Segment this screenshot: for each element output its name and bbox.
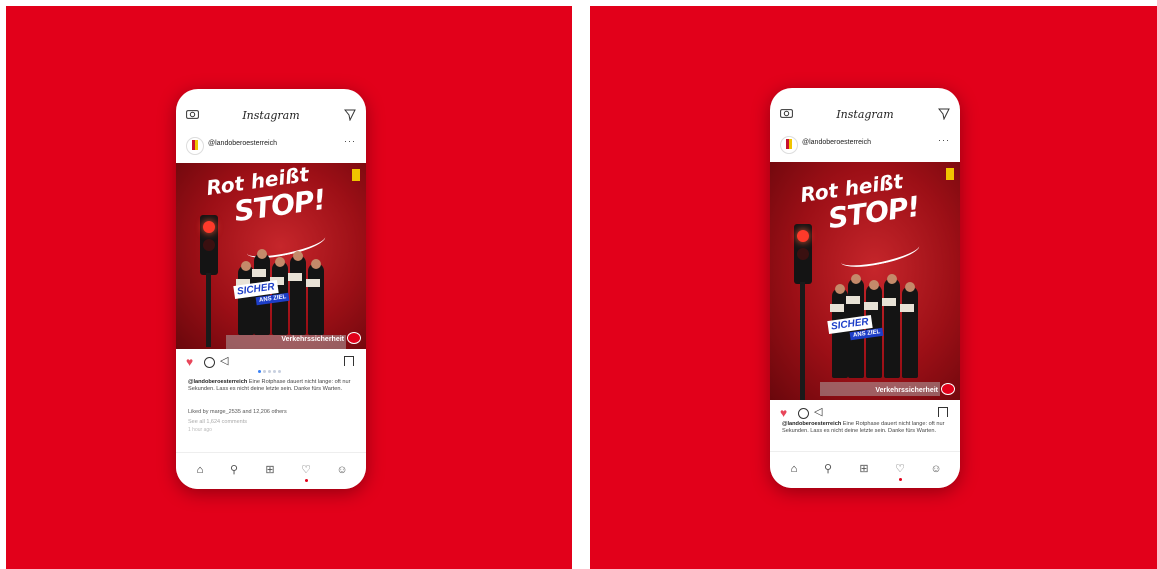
traffic-light (794, 224, 812, 284)
activity-dot (305, 479, 308, 482)
add-post-icon[interactable]: ⊞ (264, 464, 276, 476)
username[interactable]: @landoberoesterreich (802, 139, 871, 146)
caption: @landoberoesterreich Eine Rotphase dauer… (188, 379, 354, 393)
avatar[interactable] (780, 136, 798, 154)
activity-dot (899, 478, 902, 481)
phone-mockup: Instagram @landoberoesterreich ··· Rot h… (770, 88, 960, 488)
carousel-indicator (258, 360, 283, 378)
more-options-icon[interactable]: ··· (344, 136, 356, 146)
post-image[interactable]: Rot heißt STOP! SICHER ANS ZIEL Verkehrs… (770, 162, 960, 400)
heart-icon[interactable]: ♥ (780, 407, 787, 419)
bottom-nav: ⌂ ⚲ ⊞ ♡ ☺ (176, 452, 366, 489)
footer-brand: Verkehrssicherheit (875, 387, 938, 394)
send-icon[interactable] (938, 108, 950, 120)
crest-badge (946, 168, 954, 180)
traffic-light (200, 215, 218, 275)
comment-icon[interactable] (798, 408, 809, 419)
activity-heart-icon[interactable]: ♡ (894, 463, 906, 475)
brand-logo-icon (347, 332, 361, 344)
username[interactable]: @landoberoesterreich (208, 140, 277, 147)
send-icon[interactable] (344, 109, 356, 121)
post-header: @landoberoesterreich ··· (770, 132, 960, 158)
bookmark-icon[interactable] (938, 407, 948, 417)
profile-icon[interactable]: ☺ (336, 464, 348, 476)
share-icon[interactable]: ◁ (814, 407, 822, 418)
mockup-panel-left: Instagram @landoberoesterreich ··· Rot h… (6, 6, 572, 569)
comment-icon[interactable] (204, 357, 215, 368)
caption-author[interactable]: @landoberoesterreich (782, 421, 841, 427)
mockup-panel-right: Instagram @landoberoesterreich ··· Rot h… (590, 6, 1157, 569)
footer-brand: Verkehrssicherheit (281, 336, 344, 343)
more-options-icon[interactable]: ··· (938, 135, 950, 145)
traffic-light-pole (206, 273, 211, 347)
top-bar: Instagram (770, 88, 960, 128)
view-comments-link[interactable]: See all 1,624 comments (188, 419, 247, 425)
search-icon[interactable]: ⚲ (822, 463, 834, 475)
traffic-light-pole (800, 282, 805, 400)
add-post-icon[interactable]: ⊞ (858, 463, 870, 475)
app-title: Instagram (242, 109, 300, 122)
post-image[interactable]: Rot heißt STOP! SICHER ANS ZIEL Verkehrs… (176, 163, 366, 349)
search-icon[interactable]: ⚲ (228, 464, 240, 476)
crest-badge (352, 169, 360, 181)
post-header: @landoberoesterreich ··· (176, 133, 366, 159)
bottom-nav: ⌂ ⚲ ⊞ ♡ ☺ (770, 451, 960, 488)
share-icon[interactable]: ◁ (220, 356, 228, 367)
timestamp: 1 hour ago (188, 427, 212, 433)
caption: @landoberoesterreich Eine Rotphase dauer… (782, 421, 948, 435)
heart-icon[interactable]: ♥ (186, 356, 193, 368)
likes-count[interactable]: Liked by marge_2535 and 12,206 others (188, 409, 287, 415)
app-title: Instagram (836, 108, 894, 121)
action-bar: ♥ ◁ (176, 353, 366, 373)
profile-icon[interactable]: ☺ (930, 463, 942, 475)
home-icon[interactable]: ⌂ (788, 463, 800, 475)
top-bar: Instagram (176, 89, 366, 129)
activity-heart-icon[interactable]: ♡ (300, 464, 312, 476)
avatar[interactable] (186, 137, 204, 155)
home-icon[interactable]: ⌂ (194, 464, 206, 476)
caption-author[interactable]: @landoberoesterreich (188, 379, 247, 385)
action-bar: ♥ ◁ (770, 404, 960, 422)
bookmark-icon[interactable] (344, 356, 354, 366)
phone-mockup: Instagram @landoberoesterreich ··· Rot h… (176, 89, 366, 489)
brand-logo-icon (941, 383, 955, 395)
